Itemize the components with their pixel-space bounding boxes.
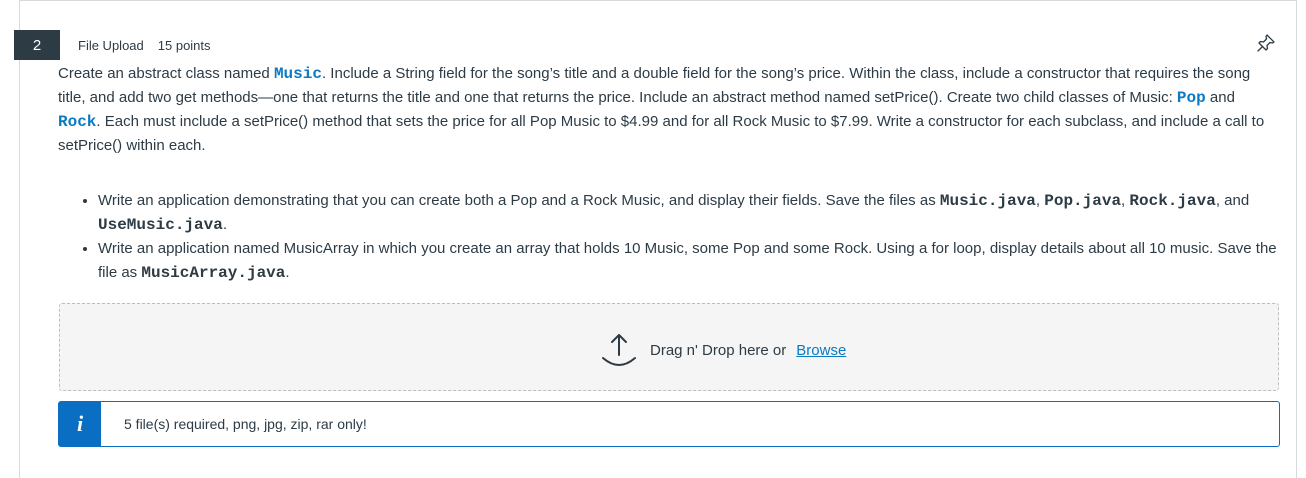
question-points: 15 points [157, 38, 211, 53]
file-dropzone[interactable]: Drag n' Drop here or Browse [59, 303, 1279, 391]
upload-icon [602, 334, 636, 366]
code-rock: Rock [58, 113, 97, 131]
text-segment: and [1205, 89, 1235, 106]
list-item: Write an application demonstrating that … [98, 189, 1280, 237]
code-musicarray-java: MusicArray.java [141, 264, 286, 282]
browse-link[interactable]: Browse [796, 342, 846, 359]
code-pop-java: Pop.java [1044, 192, 1122, 210]
info-icon: i [59, 402, 101, 446]
question-type: File Upload [78, 38, 144, 53]
code-music-java: Music.java [939, 192, 1036, 210]
code-music: Music [273, 65, 322, 83]
text-segment: . Each must include a setPrice() method … [58, 113, 1265, 154]
question-header: File Upload 15 points [78, 38, 211, 53]
code-rock-java: Rock.java [1129, 192, 1216, 210]
code-usemusic-java: UseMusic.java [98, 216, 223, 234]
list-item: Write an application named MusicArray in… [98, 237, 1280, 285]
question-paragraph: Create an abstract class named Music. In… [58, 62, 1280, 158]
code-pop: Pop [1176, 89, 1206, 107]
requirements-list: Write an application demonstrating that … [58, 189, 1280, 285]
text-segment: , and [1215, 192, 1250, 209]
text-segment: , [1035, 192, 1045, 209]
file-requirements-notice: i 5 file(s) required, png, jpg, zip, rar… [58, 401, 1280, 447]
dropzone-label: Drag n' Drop here or [650, 341, 787, 359]
file-requirements-text: 5 file(s) required, png, jpg, zip, rar o… [124, 416, 367, 432]
pin-icon[interactable] [1256, 33, 1276, 53]
dropzone-content: Drag n' Drop here or Browse [600, 331, 846, 369]
text-segment: Write an application demonstrating that … [98, 192, 940, 209]
text-segment: . [285, 264, 290, 281]
text-segment: . [222, 216, 227, 233]
question-body: Create an abstract class named Music. In… [58, 62, 1280, 282]
text-segment: Create an abstract class named [58, 65, 274, 82]
question-number-badge: 2 [14, 30, 60, 60]
